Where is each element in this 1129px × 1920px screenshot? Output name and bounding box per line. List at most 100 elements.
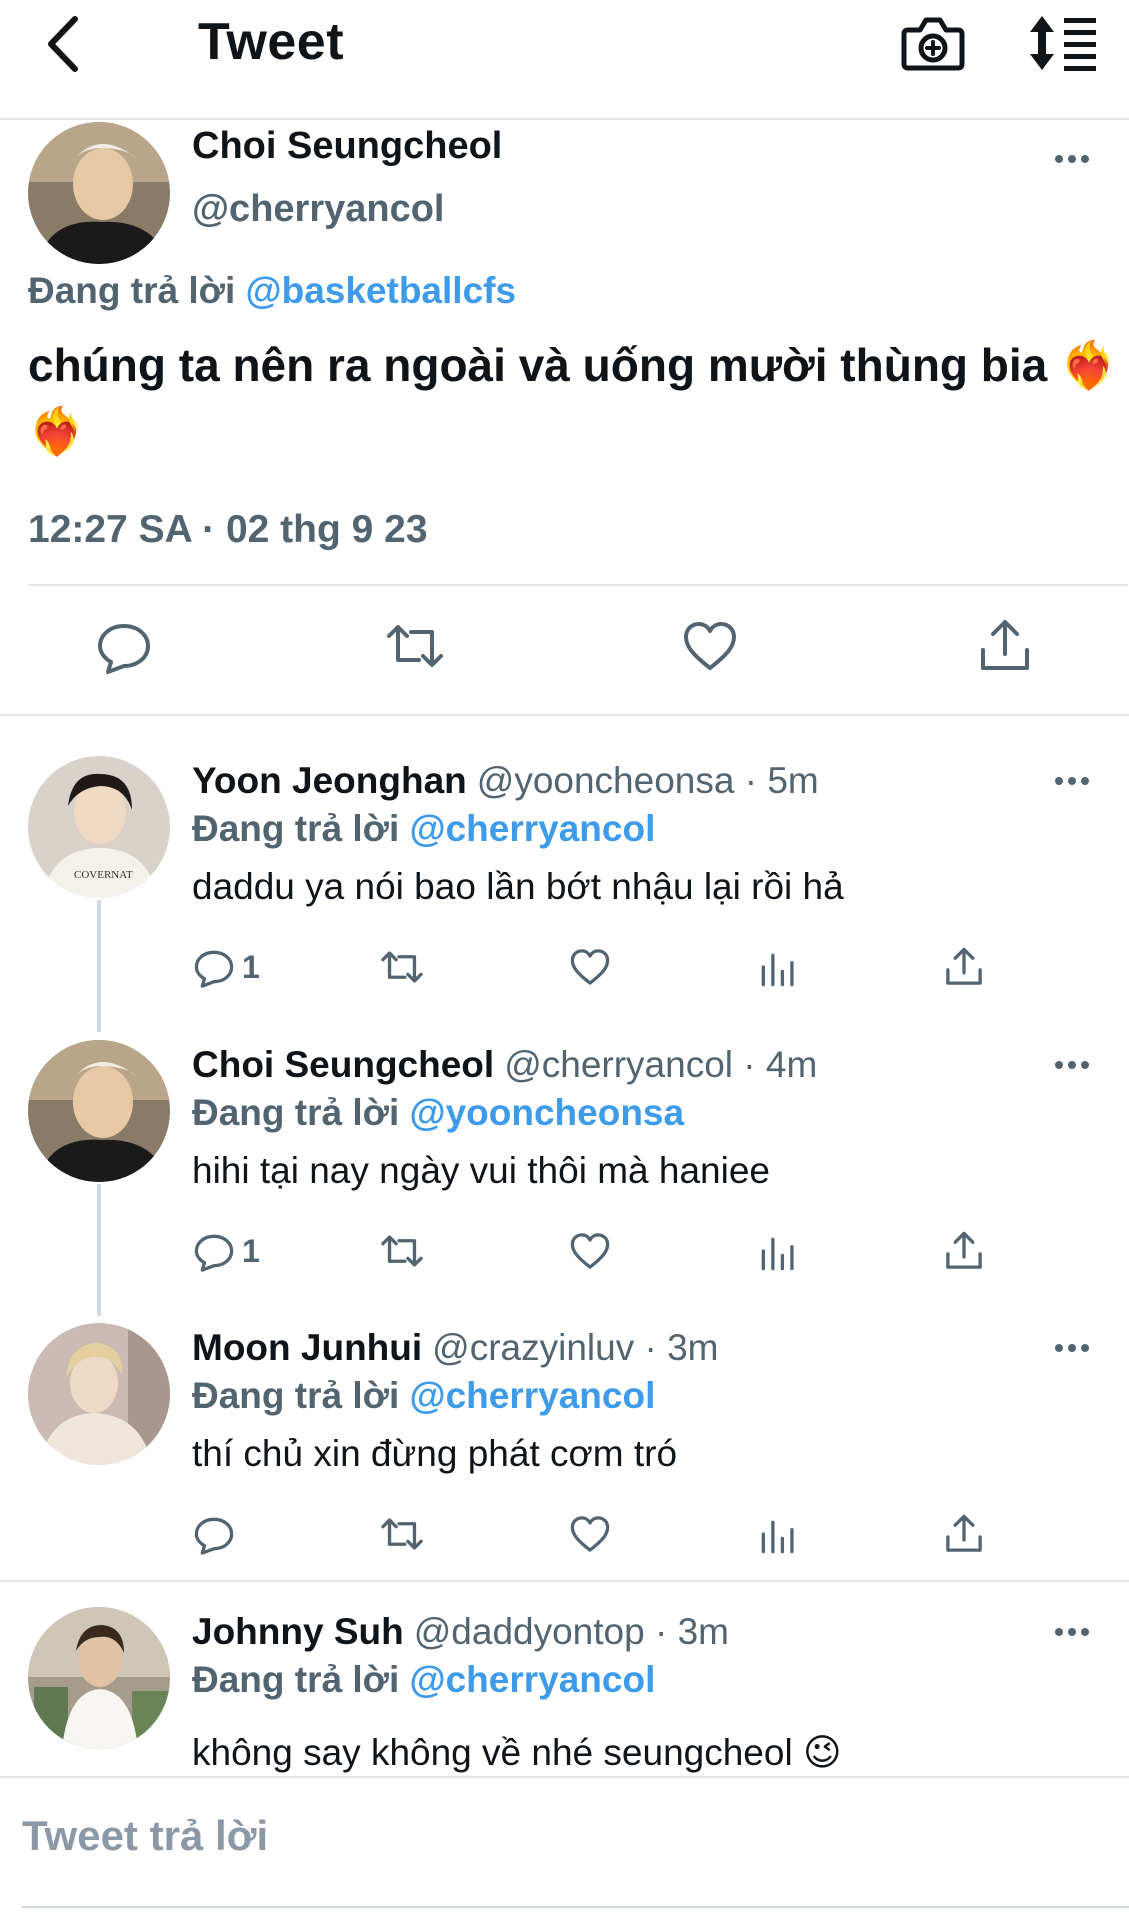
replying-to-link[interactable]: @cherryancol [410, 1659, 656, 1700]
reply-action-bar: 1 [0, 942, 1129, 998]
author-meta: @daddyontop · 3m [413, 1611, 729, 1652]
reply-icon [194, 1234, 234, 1272]
analytics-icon [761, 953, 794, 987]
reply-header: Choi Seungcheol @cherryancol · 4m [192, 1044, 817, 1086]
share-icon [946, 947, 982, 985]
retweet-button[interactable] [385, 616, 445, 676]
replying-to-label: Đang trả lời [192, 1092, 400, 1133]
avatar-photo [28, 1607, 170, 1749]
reply-header: Moon Junhui @crazyinluv · 3m [192, 1327, 719, 1369]
replying-to-link[interactable]: @yooncheonsa [410, 1092, 685, 1133]
avatar[interactable] [28, 1607, 170, 1749]
more-dots-icon [1055, 777, 1089, 785]
more-options-button[interactable] [1050, 766, 1094, 796]
like-icon [570, 949, 610, 985]
author-name[interactable]: Choi Seungcheol [192, 1044, 494, 1085]
replying-to-link[interactable]: @basketballcfs [246, 270, 517, 311]
avatar-photo: COVERNAT [28, 756, 170, 898]
reply-button[interactable]: 1 [192, 1226, 260, 1276]
reply-icon [194, 1517, 234, 1555]
reply-icon [194, 950, 234, 988]
more-dots-icon [1055, 1628, 1089, 1636]
retweet-icon [381, 1518, 423, 1550]
more-dots-icon [1055, 1344, 1089, 1352]
author-name[interactable]: Johnny Suh [192, 1611, 404, 1652]
back-chevron-icon [48, 16, 78, 72]
retweet-button[interactable] [380, 942, 424, 992]
camera-plus-icon [901, 17, 965, 71]
author-name[interactable]: Yoon Jeonghan [192, 760, 467, 801]
reply-body: không say không về nhé seungcheol [192, 1732, 793, 1773]
share-button[interactable] [942, 1509, 986, 1559]
more-options-button[interactable] [1050, 1617, 1094, 1647]
analytics-button[interactable] [756, 1509, 800, 1559]
retweet-icon [381, 951, 423, 983]
replying-to-link[interactable]: @cherryancol [410, 808, 656, 849]
replying-to: Đang trả lời @cherryancol [192, 1375, 655, 1417]
replying-to-label: Đang trả lời [192, 1659, 400, 1700]
avatar-photo [28, 122, 170, 264]
more-options-button[interactable] [1050, 1333, 1094, 1363]
svg-text:COVERNAT: COVERNAT [74, 869, 133, 881]
like-button[interactable] [568, 1226, 612, 1276]
avatar-photo [28, 1040, 170, 1182]
more-dots-icon [1055, 1061, 1089, 1069]
avatar[interactable] [28, 1040, 170, 1182]
reply-count: 1 [242, 1232, 260, 1269]
back-button[interactable] [38, 14, 88, 74]
more-options-button[interactable] [1050, 144, 1094, 174]
sort-lines-icon [1030, 16, 1096, 71]
analytics-icon [761, 1520, 794, 1554]
sort-button[interactable] [1026, 14, 1100, 72]
analytics-button[interactable] [756, 1226, 800, 1276]
replying-to-label: Đang trả lời [192, 1375, 400, 1416]
like-button[interactable] [568, 1509, 612, 1559]
tweet-body: chúng ta nên ra ngoài và uống mười thùng… [28, 339, 1048, 391]
share-icon [946, 1514, 982, 1552]
author-name[interactable]: Moon Junhui [192, 1327, 422, 1368]
replying-to-label: Đang trả lời [28, 270, 236, 311]
composer-underline [22, 1906, 1129, 1908]
reply-header: Johnny Suh @daddyontop · 3m [192, 1611, 729, 1653]
author-meta: @cherryancol · 4m [504, 1044, 818, 1085]
analytics-button[interactable] [756, 942, 800, 992]
retweet-button[interactable] [380, 1226, 424, 1276]
retweet-icon [387, 625, 443, 667]
top-bar: Tweet [0, 0, 1129, 120]
avatar[interactable] [28, 1323, 170, 1465]
reply-button[interactable] [94, 616, 154, 676]
author-meta: @yooncheonsa · 5m [476, 760, 819, 801]
replying-to-link[interactable]: @cherryancol [410, 1375, 656, 1416]
avatar[interactable] [28, 122, 170, 264]
replying-to: Đang trả lời @yooncheonsa [192, 1092, 684, 1134]
like-button[interactable] [680, 616, 740, 676]
reply-composer: Tweet trả lời [0, 1776, 1129, 1920]
page-title: Tweet [198, 13, 345, 71]
reply-button[interactable] [192, 1509, 236, 1559]
more-dots-icon [1055, 155, 1089, 163]
replying-to: Đang trả lời @cherryancol [192, 808, 655, 850]
like-button[interactable] [568, 942, 612, 992]
share-button[interactable] [942, 1226, 986, 1276]
camera-button[interactable] [900, 12, 966, 74]
wink-emoji: 😉 [802, 1732, 842, 1773]
avatar[interactable]: COVERNAT [28, 756, 170, 898]
reply-input[interactable]: Tweet trả lời [22, 1812, 268, 1860]
author-name[interactable]: Choi Seungcheol [192, 125, 502, 168]
tweet-text: chúng ta nên ra ngoài và uống mười thùng… [28, 332, 1118, 464]
share-button[interactable] [942, 942, 986, 992]
like-icon [684, 622, 736, 670]
tweet-timestamp: 12:27 SA · 02 thg 9 23 [28, 508, 428, 551]
more-options-button[interactable] [1050, 1050, 1094, 1080]
analytics-icon [761, 1237, 794, 1271]
author-handle[interactable]: @cherryancol [192, 188, 445, 231]
retweet-button[interactable] [380, 1509, 424, 1559]
reply-icon [98, 624, 150, 674]
share-icon [981, 620, 1029, 670]
reply-header: Yoon Jeonghan @yooncheonsa · 5m [192, 760, 819, 802]
reply-divider [0, 1580, 1129, 1582]
reply-text: không say không về nhé seungcheol 😉 [192, 1731, 842, 1774]
reply-button[interactable]: 1 [192, 942, 260, 992]
share-button[interactable] [975, 616, 1035, 676]
avatar-photo [28, 1323, 170, 1465]
